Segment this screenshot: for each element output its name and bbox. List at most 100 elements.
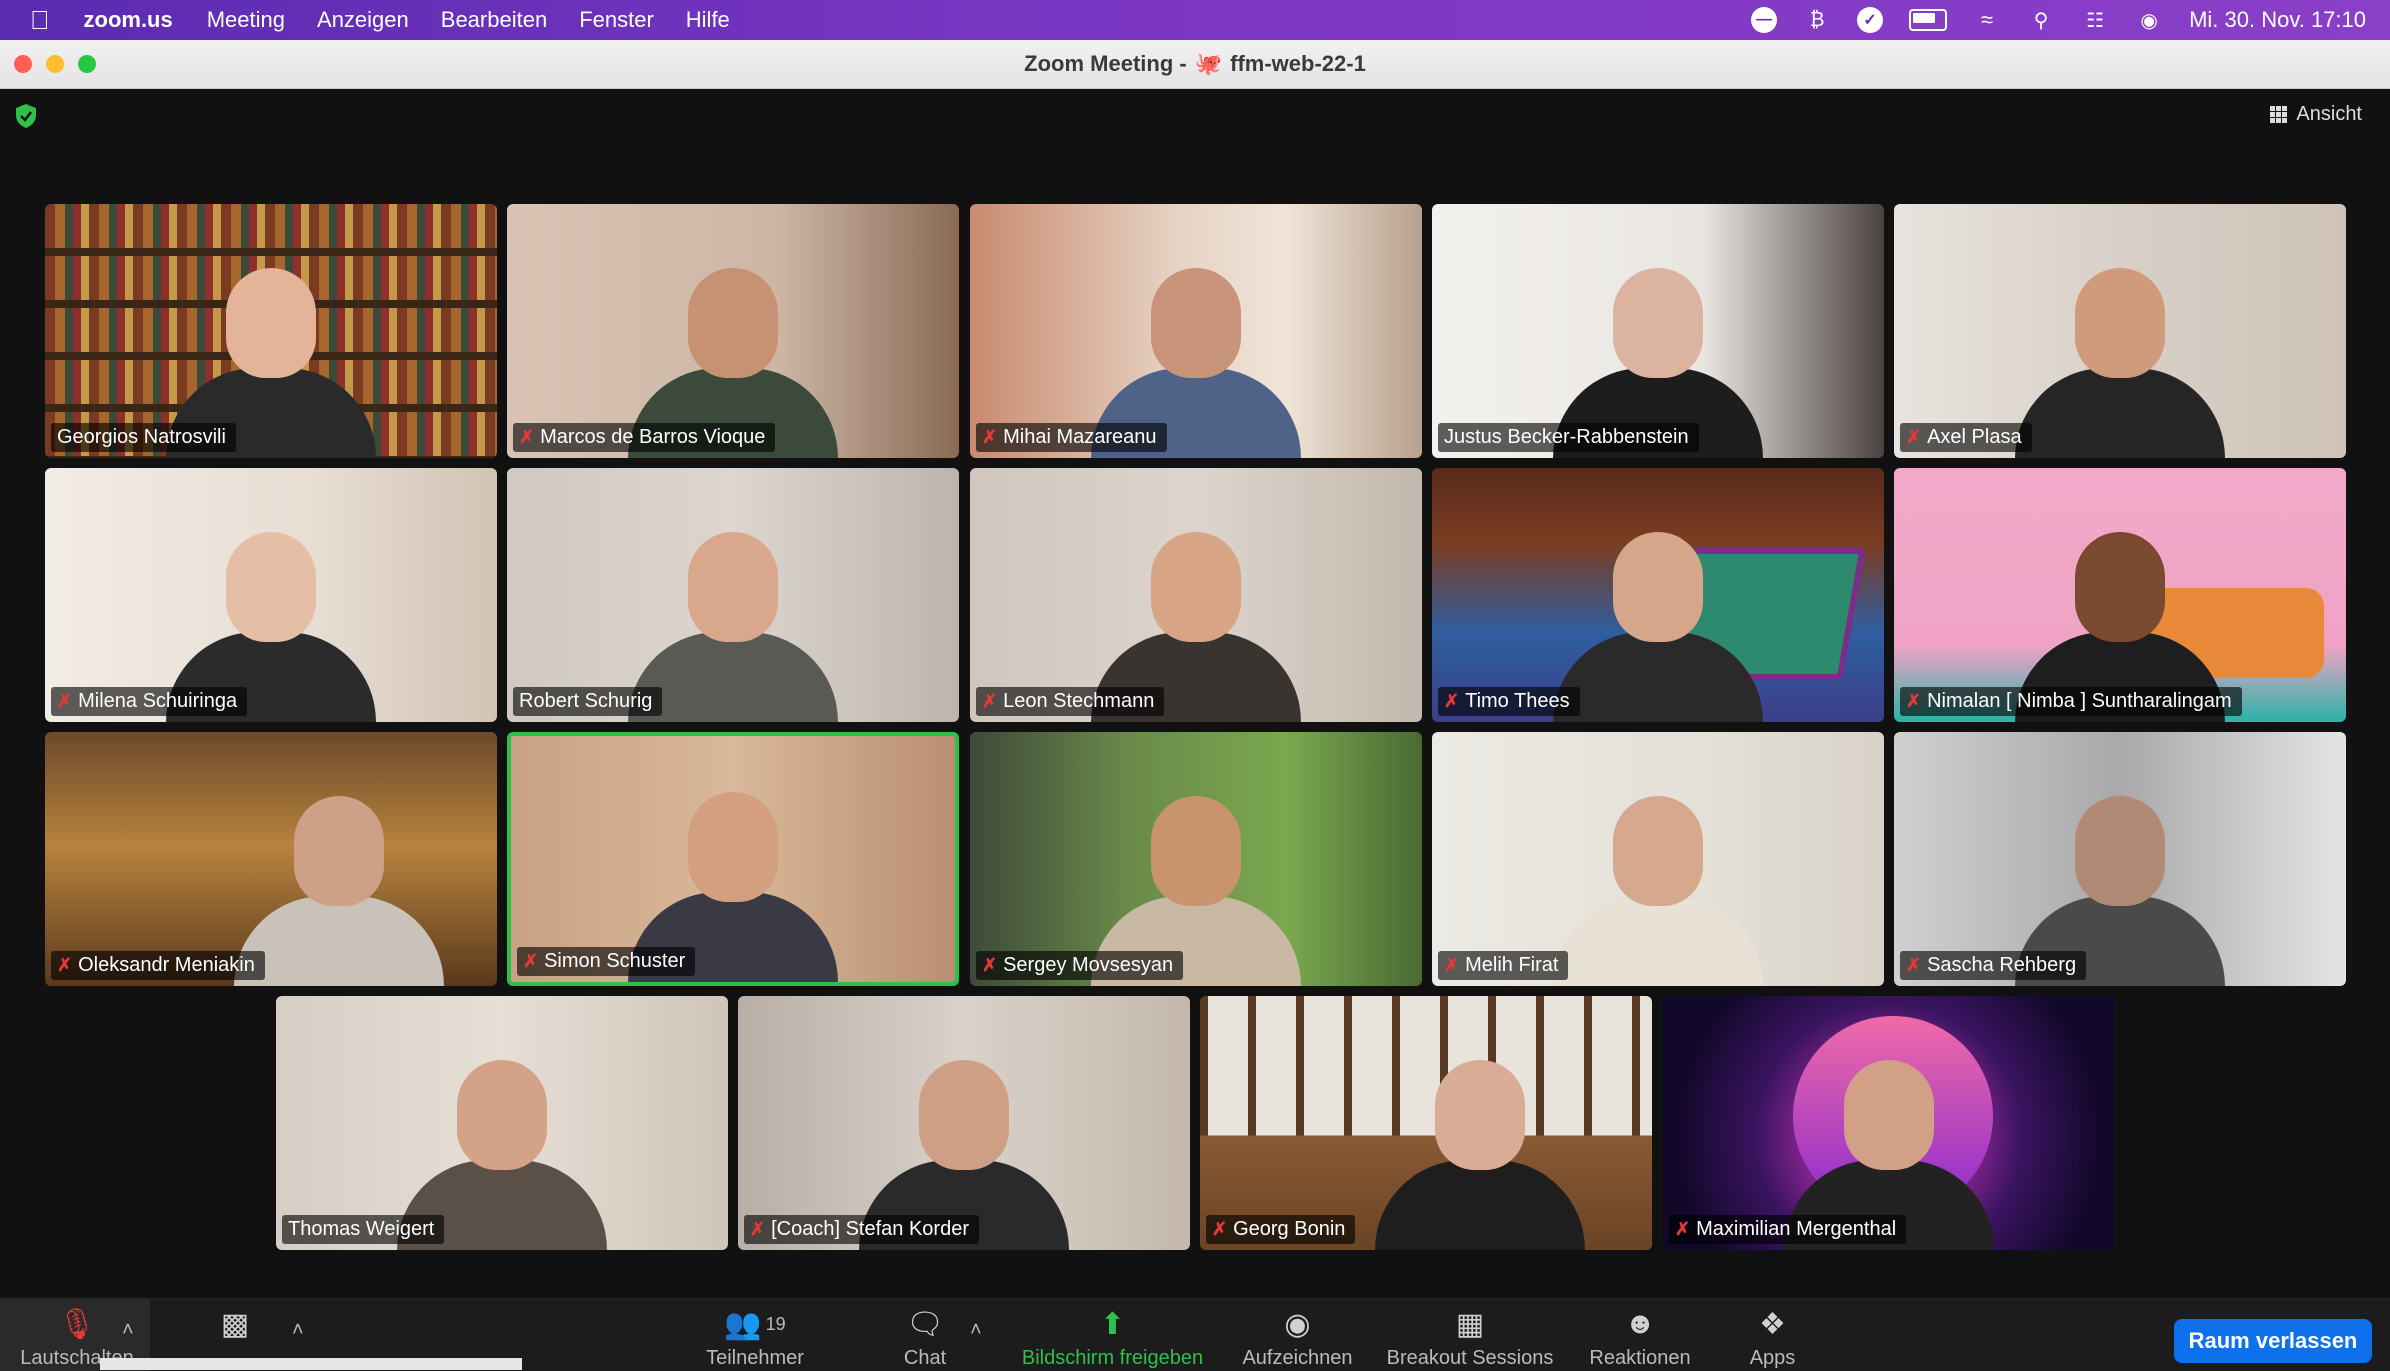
octopus-emoji-icon: 🐙 — [1194, 51, 1223, 76]
menu-hilfe[interactable]: Hilfe — [686, 7, 730, 33]
chat-options-chevron-icon[interactable]: ˄ — [970, 1319, 982, 1342]
participant-name-tag: ✗ [Coach] Stefan Korder — [744, 1215, 979, 1244]
minus-status-icon[interactable]: — — [1751, 7, 1778, 33]
video-tile-axel[interactable]: ✗ Axel Plasa — [1894, 204, 2346, 458]
participants-button[interactable]: 👥 19 Teilnehmer — [690, 1307, 820, 1370]
window-title-bar: Zoom Meeting - 🐙 ffm-web-22-1 — [0, 40, 2390, 89]
battery-icon[interactable] — [1909, 9, 1948, 31]
video-button[interactable]: ▩ — [200, 1307, 270, 1341]
audio-options-chevron-icon[interactable]: ˄ — [122, 1319, 134, 1342]
chat-label: Chat — [903, 1347, 947, 1369]
video-tile-stefan[interactable]: ✗ [Coach] Stefan Korder — [738, 996, 1190, 1250]
muted-mic-icon: ✗ — [1906, 955, 1922, 975]
bitcoin-icon[interactable]: ₿ — [1803, 9, 1831, 31]
video-tile-maximilian[interactable]: ✗ Maximilian Mergenthal — [1663, 996, 2115, 1250]
video-tile-marcos[interactable]: ✗ Marcos de Barros Vioque — [507, 204, 959, 458]
breakout-grid-icon: ▦ — [1455, 1307, 1485, 1341]
view-button-label: Ansicht — [2296, 103, 2362, 125]
participants-count: 19 — [765, 1313, 786, 1334]
participant-name-tag: ✗ Timo Thees — [1438, 687, 1580, 716]
wifi-icon[interactable]: ≈ — [1973, 7, 2001, 32]
muted-mic-icon: ✗ — [982, 427, 998, 447]
participant-name-tag: ✗ Milena Schuiringa — [51, 687, 248, 716]
muted-mic-icon: ✗ — [1906, 427, 1922, 447]
video-tile-timo[interactable]: ✗ Timo Thees — [1432, 468, 1884, 722]
participant-name-tag: Georgios Natrosvili — [51, 423, 236, 452]
video-tile-nimalan[interactable]: ✗ Nimalan [ Nimba ] Suntharalingam — [1894, 468, 2346, 722]
video-tile-thomas[interactable]: Thomas Weigert — [276, 996, 728, 1250]
muted-mic-icon: ✗ — [523, 951, 539, 971]
muted-mic-icon: ✗ — [57, 691, 73, 711]
minimize-window-button[interactable] — [46, 55, 64, 73]
menu-app-name[interactable]: zoom.us — [84, 7, 173, 33]
video-tile-milena[interactable]: ✗ Milena Schuiringa — [45, 468, 497, 722]
video-tile-robert[interactable]: Robert Schurig — [507, 468, 959, 722]
siri-icon[interactable]: ◉ — [2135, 9, 2163, 32]
muted-mic-icon: ✗ — [57, 955, 73, 975]
video-tile-sergey[interactable]: ✗ Sergey Movsesyan — [970, 732, 1422, 986]
participant-name-tag: ✗ Georg Bonin — [1206, 1215, 1356, 1244]
video-tile-melih[interactable]: ✗ Melih Firat — [1432, 732, 1884, 986]
menu-clock[interactable]: Mi. 30. Nov. 17:10 — [2189, 7, 2366, 33]
participant-name-tag: ✗ Melih Firat — [1438, 951, 1569, 980]
chat-bubble-icon: 🗨 — [905, 1307, 945, 1341]
participant-name-tag: Justus Becker-Rabbenstein — [1438, 423, 1699, 452]
view-button[interactable]: Ansicht — [2270, 103, 2362, 126]
search-icon[interactable]: ⚲ — [2027, 9, 2055, 32]
muted-mic-icon: ✗ — [982, 691, 998, 711]
menu-anzeigen[interactable]: Anzeigen — [317, 7, 409, 33]
close-window-button[interactable] — [14, 55, 32, 73]
window-title-prefix: Zoom Meeting - — [1024, 51, 1187, 76]
share-screen-label: Bildschirm freigeben — [1021, 1347, 1204, 1369]
muted-mic-icon: ✗ — [750, 1219, 766, 1239]
video-tile-sascha[interactable]: ✗ Sascha Rehberg — [1894, 732, 2346, 986]
reactions-button[interactable]: ☻ Reaktionen — [1580, 1307, 1700, 1370]
video-tile-oleksandr[interactable]: ✗ Oleksandr Meniakin — [45, 732, 497, 986]
breakout-sessions-label: Breakout Sessions — [1386, 1347, 1554, 1369]
video-tile-simon-active-speaker[interactable]: ✗ Simon Schuster — [507, 732, 959, 986]
muted-microphone-icon: 🎙 — [57, 1307, 97, 1341]
participant-name-tag: Robert Schurig — [513, 687, 663, 716]
apps-button[interactable]: ❖ Apps — [1730, 1307, 1815, 1370]
window-title: Zoom Meeting - 🐙 ffm-web-22-1 — [1024, 51, 1366, 77]
apple-icon[interactable]:  — [30, 5, 50, 36]
share-screen-button[interactable]: ⬆ Bildschirm freigeben — [1010, 1307, 1215, 1370]
participant-name-tag: ✗ Marcos de Barros Vioque — [513, 423, 776, 452]
video-tile-mihai[interactable]: ✗ Mihai Mazareanu — [970, 204, 1422, 458]
smiley-add-icon: ☻ — [1624, 1307, 1656, 1340]
participant-name-tag: ✗ Sergey Movsesyan — [976, 951, 1184, 980]
check-status-icon[interactable]: ✓ — [1857, 7, 1884, 33]
reactions-label: Reaktionen — [1589, 1347, 1691, 1369]
participant-name-tag: ✗ Leon Stechmann — [976, 687, 1165, 716]
participant-name-tag: ✗ Nimalan [ Nimba ] Suntharalingam — [1900, 687, 2242, 716]
window-title-suffix: ffm-web-22-1 — [1230, 51, 1366, 76]
muted-mic-icon: ✗ — [982, 955, 998, 975]
breakout-sessions-button[interactable]: ▦ Breakout Sessions — [1380, 1307, 1560, 1370]
video-tile-georg[interactable]: ✗ Georg Bonin — [1200, 996, 1652, 1250]
video-tile-leon[interactable]: ✗ Leon Stechmann — [970, 468, 1422, 722]
muted-mic-icon: ✗ — [1444, 955, 1460, 975]
leave-meeting-button[interactable]: Raum verlassen — [2174, 1319, 2372, 1363]
tooltip-strip — [100, 1358, 522, 1370]
video-tile-georgios[interactable]: Georgios Natrosvili — [45, 204, 497, 458]
menu-fenster[interactable]: Fenster — [579, 7, 654, 33]
participant-name-tag: Thomas Weigert — [282, 1215, 445, 1244]
muted-mic-icon: ✗ — [519, 427, 535, 447]
participant-name-tag: ✗ Oleksandr Meniakin — [51, 951, 265, 980]
video-options-chevron-icon[interactable]: ˄ — [292, 1319, 304, 1342]
participants-icon: 👥 19 — [724, 1307, 786, 1341]
apps-icon: ❖ — [1759, 1307, 1786, 1341]
record-button[interactable]: ◉ Aufzeichnen — [1235, 1307, 1360, 1370]
record-icon: ◉ — [1284, 1307, 1311, 1341]
control-center-icon[interactable]: ☷ — [2081, 9, 2109, 32]
video-tile-justus[interactable]: Justus Becker-Rabbenstein — [1432, 204, 1884, 458]
participant-name-tag: ✗ Sascha Rehberg — [1900, 951, 2087, 980]
fullscreen-window-button[interactable] — [78, 55, 96, 73]
encryption-shield-icon[interactable] — [14, 103, 38, 129]
chat-button[interactable]: 🗨 Chat — [880, 1307, 970, 1370]
record-label: Aufzeichnen — [1242, 1347, 1353, 1369]
participant-name-tag: ✗ Mihai Mazareanu — [976, 423, 1167, 452]
menu-meeting[interactable]: Meeting — [207, 7, 285, 33]
menu-bearbeiten[interactable]: Bearbeiten — [441, 7, 547, 33]
participant-name-tag: ✗ Maximilian Mergenthal — [1669, 1215, 1907, 1244]
